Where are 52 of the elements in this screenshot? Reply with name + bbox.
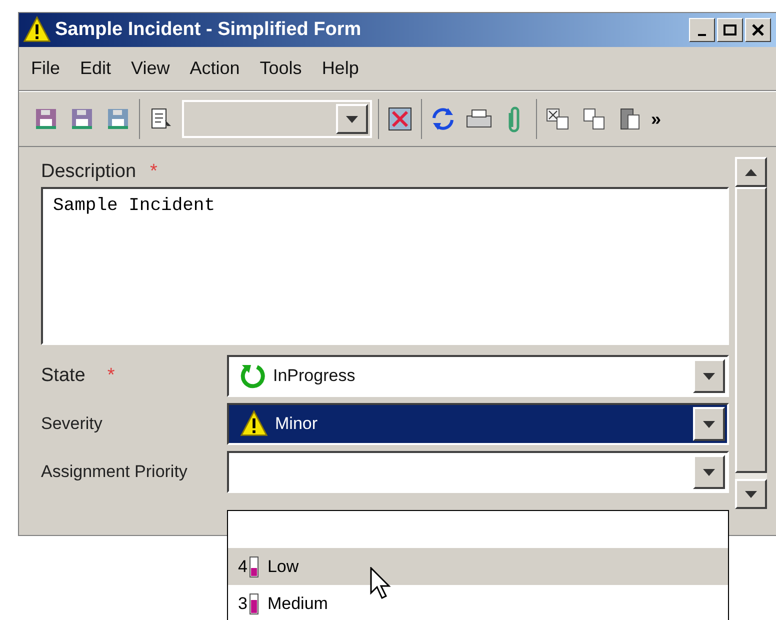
description-label: Description [41, 160, 136, 184]
maximize-button[interactable] [717, 18, 743, 42]
scroll-thumb[interactable] [735, 187, 767, 473]
menu-item[interactable]: File [31, 55, 60, 82]
warning-icon [23, 16, 51, 44]
priority-number: 4 [238, 556, 248, 578]
select-field[interactable]: Minor [227, 403, 729, 445]
dropdown-option[interactable]: 4 Low [228, 548, 728, 585]
select-value: Minor [275, 413, 318, 436]
minimize-icon [698, 34, 706, 36]
caret-icon [703, 420, 715, 428]
caret-icon [703, 372, 715, 380]
select-field[interactable] [227, 451, 729, 493]
menu-item[interactable]: Action [190, 55, 240, 82]
option-label: Medium [267, 592, 328, 615]
required-mark: * [107, 364, 115, 388]
mouse-pointer-icon [370, 567, 392, 601]
window-title: Sample Incident - Simplified Form [55, 18, 362, 42]
menu-item[interactable]: View [131, 55, 170, 82]
close-button[interactable] [745, 18, 771, 42]
toolbar-overflow[interactable]: » [651, 106, 662, 132]
priority-number: 3 [238, 592, 248, 615]
required-mark: * [150, 160, 158, 184]
menu-item[interactable]: Edit [80, 55, 112, 82]
warning-icon [239, 410, 269, 438]
scroll-up-button[interactable] [735, 157, 767, 187]
priority-bar-icon [249, 592, 260, 614]
menu-item[interactable]: Help [322, 55, 359, 82]
dropdown-button[interactable] [336, 104, 368, 134]
menu-item[interactable]: Tools [260, 55, 302, 82]
maximize-icon [723, 24, 737, 36]
description-field[interactable]: Sample Incident [41, 187, 729, 345]
close-icon [751, 24, 765, 36]
caret-icon [346, 116, 358, 122]
caret-icon [745, 490, 757, 498]
scroll-down-button[interactable] [735, 479, 767, 509]
caret-icon [703, 468, 715, 476]
option-label: Low [267, 556, 299, 578]
refresh-icon [239, 362, 267, 390]
priority-bar-icon [249, 556, 260, 578]
dropdown-button[interactable] [693, 455, 725, 489]
minimize-button[interactable] [689, 18, 715, 42]
dropdown-button[interactable] [693, 359, 725, 393]
select-value: InProgress [273, 365, 356, 388]
field-label: State [41, 364, 86, 388]
select-field[interactable]: InProgress [227, 355, 729, 397]
caret-icon [745, 168, 757, 176]
dropdown-button[interactable] [693, 407, 725, 441]
field-label: Severity [41, 413, 102, 436]
toolbar-dropdown[interactable] [182, 100, 372, 138]
field-label: Assignment Priority [41, 461, 188, 484]
scrollbar[interactable] [735, 157, 767, 509]
